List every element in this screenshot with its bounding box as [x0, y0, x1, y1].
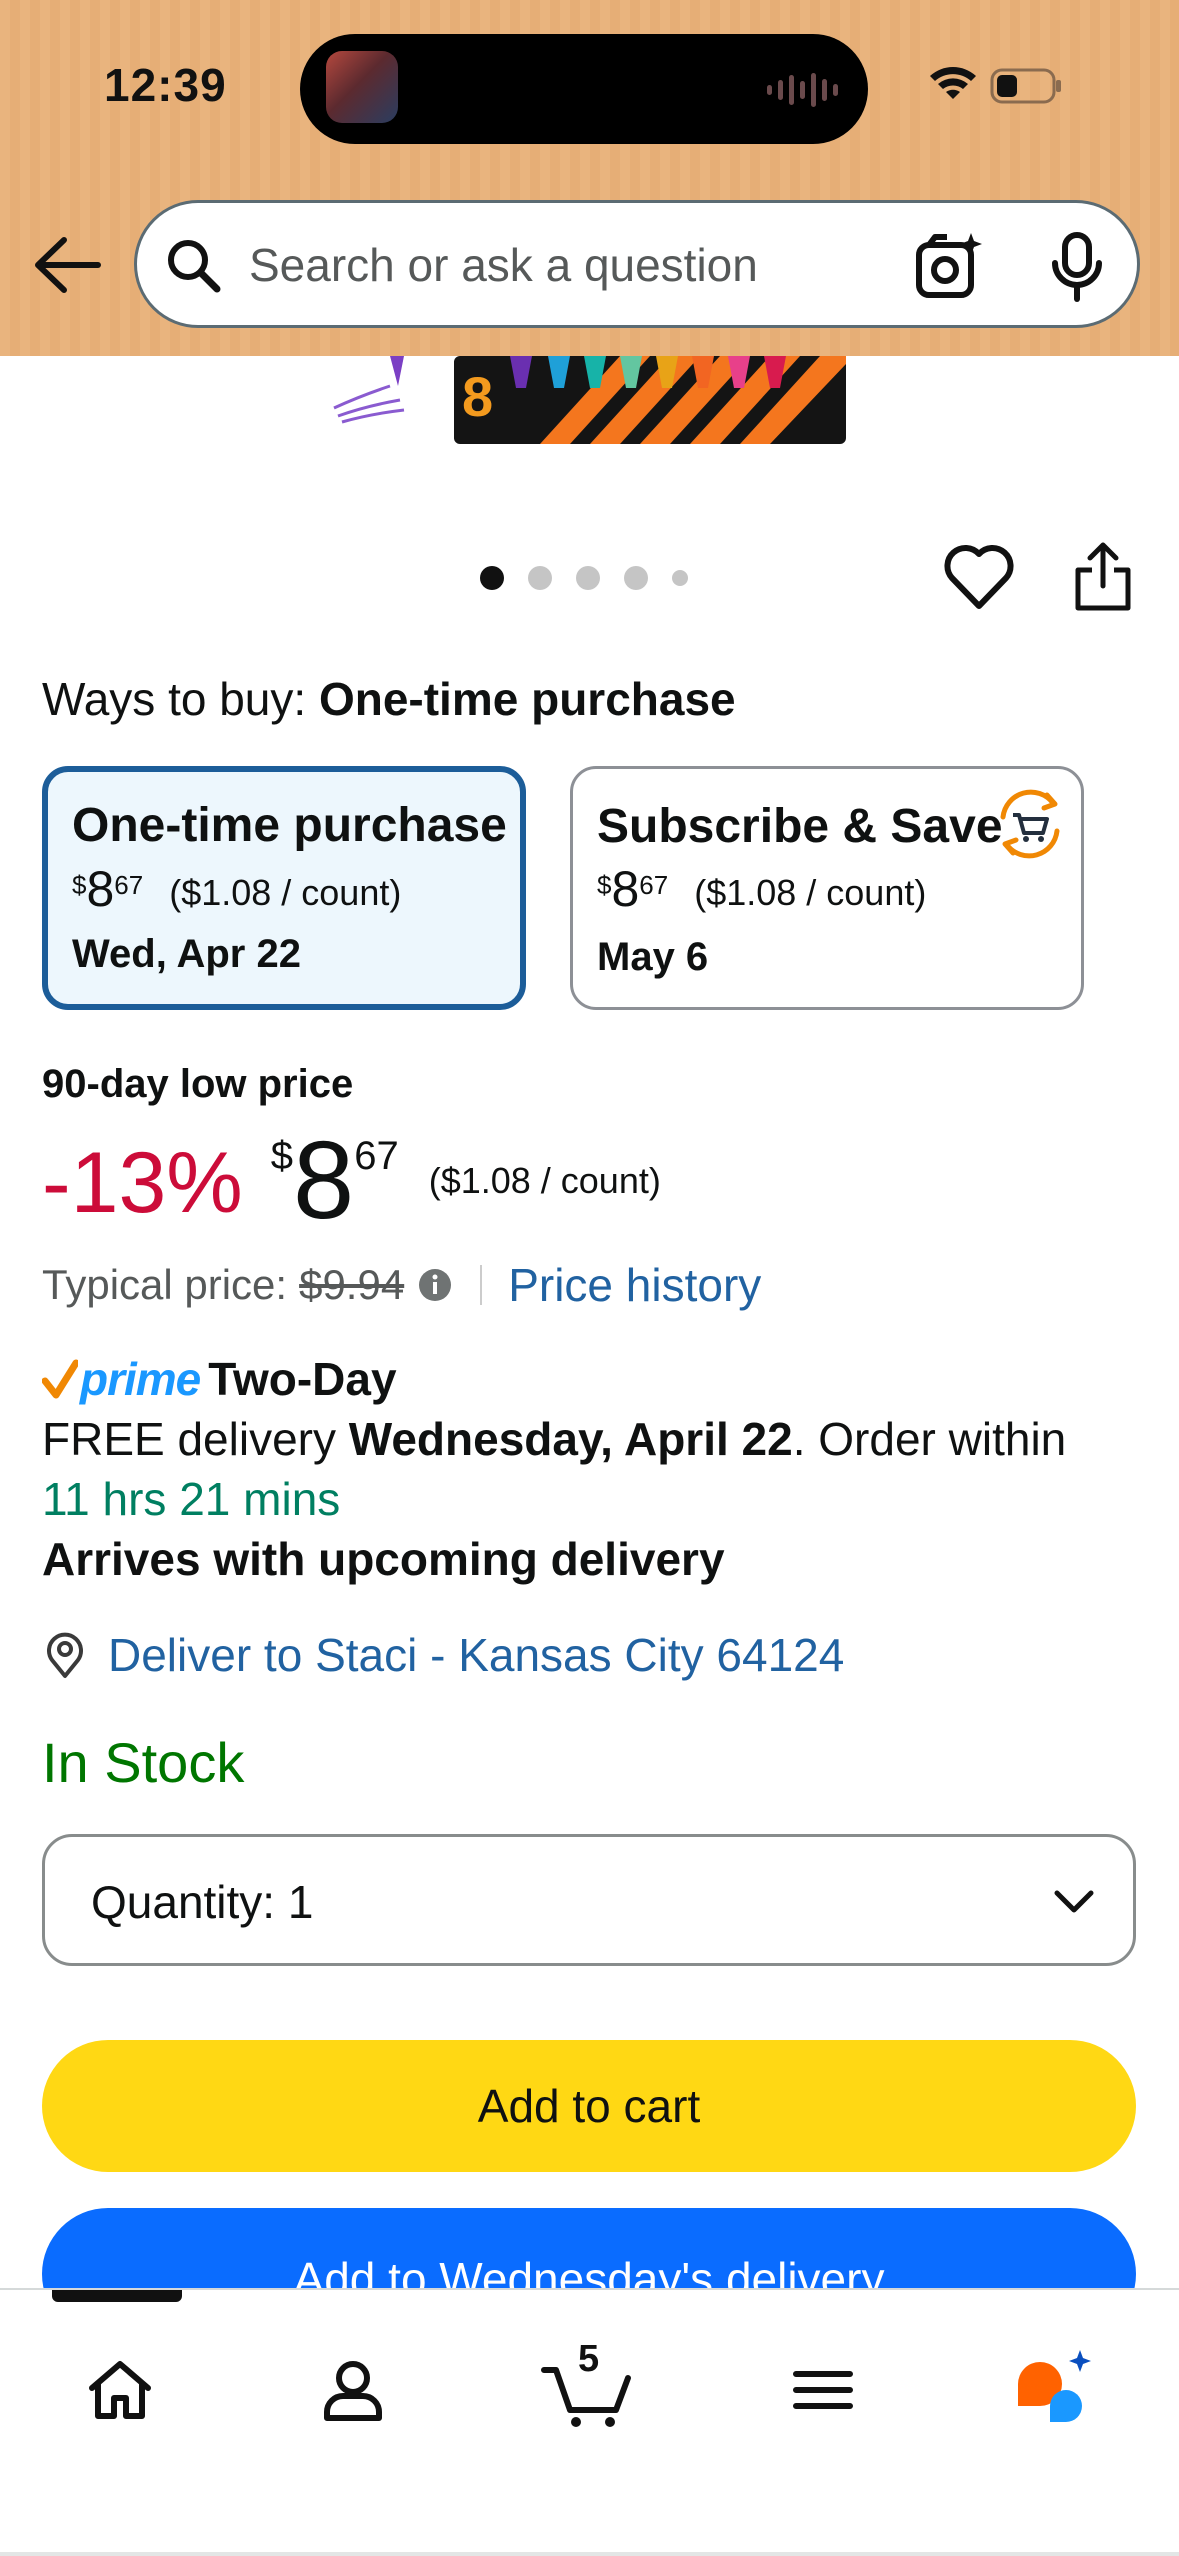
bottom-edge	[0, 2552, 1179, 2556]
share-icon[interactable]	[1070, 540, 1136, 614]
stock-status: In Stock	[42, 1731, 245, 1794]
carousel-dot[interactable]	[672, 570, 688, 586]
chevron-down-icon	[1054, 1890, 1094, 1913]
header: 12:39	[0, 0, 1179, 356]
option-price: $ 8 67 ($1.08 / count)	[597, 861, 927, 918]
price-fraction: 67	[114, 870, 144, 900]
typical-price-row: Typical price: $9.94 Price history	[42, 1258, 761, 1312]
price-fraction: 67	[354, 1134, 399, 1178]
delivery-date: Wednesday, April 22	[348, 1413, 793, 1465]
dynamic-island[interactable]	[300, 34, 868, 144]
deal-price: $ 8 67	[271, 1126, 399, 1236]
option-delivery-date: Wed, Apr 22	[72, 932, 301, 976]
deal-label: 90-day low price	[42, 1062, 354, 1106]
location-pin-icon	[47, 1632, 83, 1678]
prime-check-icon	[42, 1359, 78, 1399]
search-bar[interactable]	[134, 200, 1140, 328]
deal-price-row: -13% $ 8 67 ($1.08 / count)	[42, 1126, 661, 1236]
quantity-label: Quantity:	[91, 1876, 276, 1928]
ways-to-buy-selected: One-time purchase	[318, 673, 736, 725]
order-within: . Order within	[792, 1413, 1067, 1465]
unit-price: ($1.08 / count)	[694, 872, 927, 913]
active-tab-indicator	[52, 2290, 182, 2302]
menu-icon[interactable]	[792, 2344, 854, 2434]
ways-to-buy-label: Ways to buy:	[42, 673, 307, 725]
carousel-dot[interactable]	[480, 566, 504, 590]
wifi-icon	[930, 67, 976, 99]
image-carousel-dots[interactable]	[480, 566, 688, 590]
prime-logo: prime	[80, 1353, 201, 1405]
deliver-to-link[interactable]: Deliver to Staci - Kansas City 64124	[42, 1628, 844, 1682]
price-symbol: $	[270, 1134, 294, 1178]
option-title: One-time purchase	[72, 799, 507, 852]
now-playing-thumbnail	[326, 51, 398, 123]
bottom-nav: 5	[0, 2288, 1179, 2556]
svg-text:8: 8	[462, 365, 493, 428]
option-title: Subscribe & Save	[597, 800, 1003, 853]
deliver-to-text: Deliver to Staci - Kansas City 64124	[108, 1629, 845, 1681]
heart-icon[interactable]	[944, 540, 1014, 616]
carousel-dot[interactable]	[624, 566, 648, 590]
price-symbol: $	[597, 870, 612, 900]
arrives-with-upcoming: Arrives with upcoming delivery	[42, 1533, 725, 1585]
unit-price: ($1.08 / count)	[428, 1160, 661, 1201]
option-delivery-date: May 6	[597, 935, 709, 979]
option-subscribe-and-save[interactable]: Subscribe & Save $ 8 67 ($1.08 / count) …	[570, 766, 1084, 1010]
divider	[480, 1265, 483, 1305]
info-icon[interactable]	[418, 1268, 452, 1302]
back-arrow-icon[interactable]	[28, 230, 108, 300]
cart-count-badge: 5	[578, 2338, 600, 2380]
status-indicators	[930, 67, 1061, 104]
delivery-message: FREE delivery Wednesday, April 22. Order…	[42, 1412, 1066, 1466]
search-icon	[168, 240, 221, 293]
cart-button[interactable]: 5	[540, 2338, 640, 2434]
account-icon[interactable]	[320, 2344, 386, 2434]
product-image[interactable]: 8	[320, 356, 860, 446]
mic-icon[interactable]	[1047, 231, 1107, 303]
quantity-value: 1	[287, 1876, 314, 1928]
search-input[interactable]	[249, 231, 869, 299]
price-whole: 8	[86, 861, 115, 917]
price-history-link[interactable]: Price history	[508, 1258, 761, 1312]
order-countdown: 11 hrs 21 mins	[42, 1473, 341, 1525]
quantity-select[interactable]: Quantity: 1	[42, 1834, 1136, 1966]
camera-icon[interactable]	[913, 231, 985, 301]
delivery-speed: Two-Day	[208, 1353, 397, 1405]
price-symbol: $	[72, 870, 87, 900]
battery-icon	[990, 68, 1061, 104]
carousel-dot[interactable]	[528, 566, 552, 590]
free-delivery-prefix: FREE delivery	[42, 1413, 349, 1465]
discount-percent: -13%	[42, 1135, 243, 1231]
ways-to-buy: Ways to buy: One-time purchase	[42, 672, 736, 726]
add-to-cart-button[interactable]: Add to cart	[42, 2040, 1136, 2172]
typical-price-label: Typical price:	[42, 1261, 288, 1308]
option-price: $ 8 67 ($1.08 / count)	[72, 861, 402, 918]
home-icon[interactable]	[84, 2344, 156, 2434]
price-whole: 8	[293, 1119, 355, 1242]
status-time: 12:39	[104, 59, 227, 111]
option-one-time-purchase[interactable]: One-time purchase $ 8 67 ($1.08 / count)…	[42, 766, 526, 1010]
audio-waveform-icon	[767, 72, 838, 108]
subscribe-cart-icon	[1000, 789, 1060, 859]
prime-badge-row: prime Two-Day	[42, 1352, 397, 1406]
typical-price-value: $9.94	[299, 1261, 405, 1308]
carousel-dot[interactable]	[576, 566, 600, 590]
quantity-text: Quantity: 1	[91, 1875, 313, 1929]
price-fraction: 67	[639, 870, 669, 900]
unit-price: ($1.08 / count)	[169, 872, 402, 913]
price-whole: 8	[611, 861, 640, 917]
rufus-icon[interactable]	[1010, 2344, 1100, 2434]
